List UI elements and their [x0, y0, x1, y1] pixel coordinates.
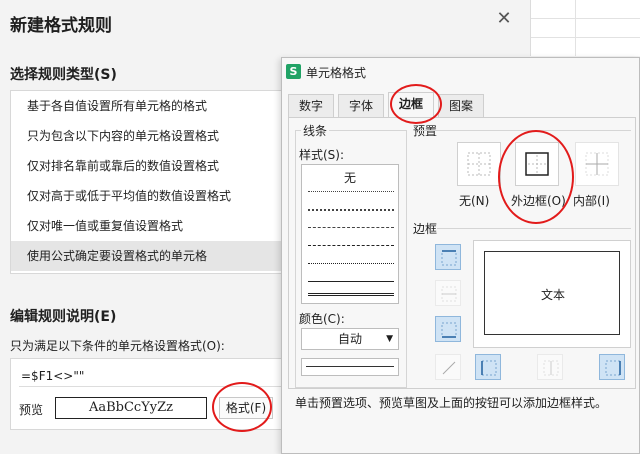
border-diagonal-up-icon [442, 361, 456, 375]
line-preview [301, 358, 399, 376]
border-tab-panel: 线条 样式(S): 无 颜色(C): 自动 ▼ 预置 无(N) 外边框(O) 内… [288, 117, 636, 410]
style-label: 样式(S): [299, 148, 345, 162]
rule-type-item[interactable]: 仅对高于或低于平均值的数值设置格式 [11, 181, 289, 211]
line-style-option[interactable] [308, 245, 394, 246]
rule-type-item-selected[interactable]: 使用公式确定要设置格式的单元格 [11, 241, 289, 271]
line-style-list[interactable]: 无 [301, 164, 399, 304]
border-top-icon [441, 250, 457, 266]
condition-label: 只为满足以下条件的单元格设置格式(O): [10, 339, 225, 353]
border-preview-cell: 文本 [484, 251, 620, 335]
chevron-down-icon: ▼ [386, 334, 393, 344]
tab-number[interactable]: 数字 [288, 94, 334, 118]
line-style-option-selected[interactable] [308, 293, 394, 296]
border-group-label: 边框 [411, 220, 440, 237]
preset-inside-button[interactable] [575, 142, 619, 186]
border-inside-horizontal-icon [441, 286, 457, 302]
color-value: 自动 [337, 332, 362, 346]
line-style-option[interactable] [308, 263, 394, 264]
rule-type-item[interactable]: 仅对排名靠前或靠后的数值设置格式 [11, 151, 289, 181]
border-diagonal-up-toggle[interactable] [435, 354, 461, 380]
close-icon[interactable]: ✕ [494, 9, 514, 29]
border-inside-vertical-toggle[interactable] [537, 354, 563, 380]
color-label: 颜色(C): [299, 312, 345, 326]
color-select[interactable]: 自动 ▼ [301, 328, 399, 350]
format-cells-dialog: S 单元格格式 数字 字体 边框 图案 线条 样式(S): 无 颜色(C): 自… [281, 57, 640, 454]
line-style-option[interactable] [308, 209, 394, 211]
line-style-option[interactable] [308, 227, 394, 228]
border-right-icon [605, 360, 621, 376]
line-group-label: 线条 [301, 122, 330, 139]
rule-type-heading: 选择规则类型(S) [10, 67, 117, 83]
annotation-circle-outline-preset [498, 130, 574, 224]
rule-type-item[interactable]: 仅对唯一值或重复值设置格式 [11, 211, 289, 241]
annotation-circle-format-button [212, 382, 272, 432]
edit-rule-heading: 编辑规则说明(E) [10, 309, 117, 325]
rule-type-item[interactable]: 只为包含以下内容的单元格设置格式 [11, 121, 289, 151]
border-left-icon [481, 360, 497, 376]
annotation-circle-border-tab [390, 84, 442, 124]
rule-type-list: 基于各自值设置所有单元格的格式 只为包含以下内容的单元格设置格式 仅对排名靠前或… [10, 90, 290, 274]
rule-type-item[interactable]: 基于各自值设置所有单元格的格式 [11, 91, 289, 121]
border-bottom-icon [441, 322, 457, 338]
border-divider [437, 228, 631, 229]
line-style-none[interactable]: 无 [302, 169, 398, 185]
hint-text: 单击预置选项、预览草图及上面的按钮可以添加边框样式。 [295, 396, 608, 410]
border-inside-icon [585, 152, 609, 176]
border-inside-vertical-icon [543, 360, 559, 376]
border-right-toggle[interactable] [599, 354, 625, 380]
spreadsheet-grid [530, 0, 640, 56]
border-inside-horizontal-toggle[interactable] [435, 280, 461, 306]
preview-label: 预览 [19, 403, 44, 417]
dialog-title: 新建格式规则 [10, 16, 112, 36]
border-preview[interactable]: 文本 [473, 240, 631, 348]
dialog-title: 单元格格式 [306, 66, 367, 80]
border-top-toggle[interactable] [435, 244, 461, 270]
app-icon: S [286, 64, 301, 79]
tab-font[interactable]: 字体 [338, 94, 384, 118]
border-bottom-toggle[interactable] [435, 316, 461, 342]
format-preview: AaBbCcYyZz [55, 397, 207, 419]
line-style-option[interactable] [308, 281, 394, 282]
border-none-icon [467, 152, 491, 176]
preset-none-button[interactable] [457, 142, 501, 186]
preset-inside-label: 内部(I) [573, 194, 610, 208]
preset-none-label: 无(N) [459, 194, 490, 208]
border-left-toggle[interactable] [475, 354, 501, 380]
border-diagonal-down-toggle[interactable] [631, 354, 635, 380]
line-style-option[interactable] [308, 191, 394, 192]
preview-text: 文本 [540, 288, 565, 302]
tab-pattern[interactable]: 图案 [438, 94, 484, 118]
